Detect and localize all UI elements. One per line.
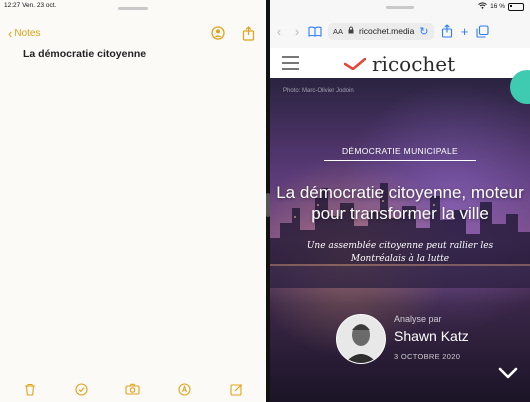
author-avatar [336,314,386,364]
article-headline: La démocratie citoyenne, moteur pour tra… [276,183,524,223]
address-text: ricochet.media [359,26,415,36]
photo-credit: Photo: Marc-Olivier Jodoin [283,88,354,94]
site-header: ricochet [270,48,530,79]
share-button[interactable] [438,22,456,40]
camera-icon[interactable] [125,381,141,397]
battery-icon [508,2,524,11]
teal-decoration [510,70,530,104]
address-bar[interactable]: AA ricochet.media ↻ [328,22,434,40]
share-icon[interactable] [240,25,256,41]
checklist-icon[interactable] [73,381,89,397]
site-logo[interactable]: ricochet [344,52,455,76]
notes-app-pane: 12:27 Ven. 23 oct. ‹ Notes La démocratie… [0,0,266,402]
author-label: Analyse par [394,314,442,324]
book-icon [308,26,322,37]
trash-icon[interactable] [22,381,38,397]
compose-icon[interactable] [228,381,244,397]
reader-options-button[interactable]: AA [333,27,343,36]
person-add-icon[interactable] [210,25,226,41]
safari-toolbar-area: 16 % ‹ › AA ricochet.media ↻ + [270,0,530,48]
publish-date: 3 OCTOBRE 2020 [394,352,461,361]
lock-icon [348,26,354,36]
category-underline [324,160,476,161]
safari-pane: 16 % ‹ › AA ricochet.media ↻ + ricochet … [270,0,530,402]
multitasking-grabber[interactable] [118,7,148,10]
bookmarks-button[interactable] [306,22,324,40]
logo-text: ricochet [372,52,456,76]
pen-tip-icon[interactable] [177,381,193,397]
browser-toolbar: ‹ › AA ricochet.media ↻ + [270,21,530,41]
multitasking-grabber-right[interactable] [386,6,414,9]
share-icon [441,24,452,38]
battery-percent: 16 % [490,3,505,10]
menu-icon[interactable] [282,56,299,70]
article-category[interactable]: DÉMOCRATIE MUNICIPALE [270,146,530,161]
new-tab-button[interactable]: + [456,22,474,40]
author-block[interactable]: Analyse par Shawn Katz 3 OCTOBRE 2020 [336,314,516,364]
notes-bottom-toolbar [0,379,266,399]
status-time: 12:27 Ven. 23 oct. [4,2,57,9]
article-hero: Photo: Marc-Olivier Jodoin DÉMOCRATIE MU… [270,70,530,402]
back-button[interactable]: ‹ [270,22,288,40]
author-name[interactable]: Shawn Katz [394,328,469,344]
back-to-notes-button[interactable]: ‹ Notes [8,25,41,41]
category-label: DÉMOCRATIE MUNICIPALE [341,146,459,156]
article-subtitle: Une assemblée citoyenne peut rallier les… [306,241,494,264]
note-title[interactable]: La démocratie citoyenne [23,48,146,60]
forward-button[interactable]: › [288,22,306,40]
ricochet-logo-mark-icon [344,58,366,70]
notes-top-toolbar [210,25,256,41]
back-label: Notes [14,28,41,39]
chevron-down-icon[interactable] [498,366,518,380]
tabs-icon [476,24,489,38]
reload-icon[interactable]: ↻ [419,25,428,38]
chevron-left-icon: ‹ [8,25,13,41]
tabs-button[interactable] [474,22,492,40]
wifi-icon [478,2,487,11]
status-bar-right: 16 % [478,2,524,11]
